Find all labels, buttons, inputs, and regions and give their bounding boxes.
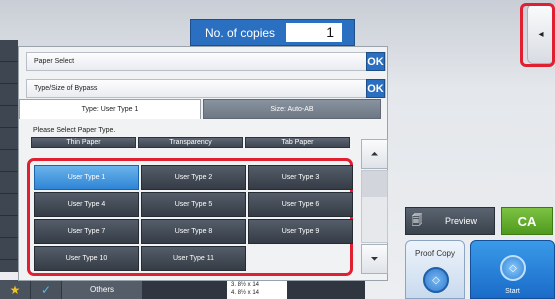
paper-select-ok-button[interactable]: OK	[366, 52, 385, 71]
tab-size[interactable]: Size: Auto-AB	[203, 99, 381, 119]
paper-select-row: Paper Select OK	[26, 52, 386, 71]
scroll-track[interactable]	[361, 170, 388, 243]
user-type-button[interactable]: User Type 1	[34, 165, 139, 190]
double-chevron-down-icon: ⏷	[370, 253, 379, 265]
proof-copy-label: Proof Copy	[414, 249, 456, 258]
tab-highlight-outline	[520, 3, 555, 67]
user-type-grid: User Type 1 User Type 2 User Type 3 User…	[34, 165, 353, 271]
copies-label: No. of copies	[205, 25, 276, 40]
paper-select-label: Paper Select	[34, 58, 75, 65]
type-button-tab-paper[interactable]: Tab Paper	[245, 137, 350, 148]
tray-line-3: 3. 8½ x 14	[231, 282, 260, 288]
check-button[interactable]: ✓	[31, 280, 61, 299]
paper-select-panel: Paper Select OK Type/Size of Bypass OK T…	[18, 46, 388, 281]
favorites-button[interactable]: ★	[0, 280, 30, 299]
others-button[interactable]: Others	[62, 280, 142, 299]
user-type-button[interactable]: User Type 11	[141, 246, 246, 271]
preview-button[interactable]: 🗐 Preview	[405, 207, 495, 235]
user-type-button[interactable]: User Type 6	[248, 192, 353, 217]
user-type-button[interactable]: User Type 7	[34, 219, 139, 244]
user-type-button[interactable]: User Type 8	[141, 219, 246, 244]
type-button-thin-paper[interactable]: Thin Paper	[31, 137, 136, 148]
select-type-prompt: Please Select Paper Type.	[33, 127, 116, 134]
copies-input[interactable]: 1	[286, 23, 342, 42]
type-button-transparency[interactable]: Transparency	[138, 137, 243, 148]
left-mode-strip	[0, 40, 18, 272]
scroll-down-button[interactable]: ⏷	[361, 244, 388, 274]
user-type-button[interactable]: User Type 5	[141, 192, 246, 217]
user-type-button[interactable]: User Type 10	[34, 246, 139, 271]
scroll-up-button[interactable]: ⏶	[361, 139, 388, 169]
check-icon: ✓	[40, 282, 52, 297]
user-type-button[interactable]: User Type 3	[248, 165, 353, 190]
standard-type-row: Thin Paper Transparency Tab Paper	[31, 137, 350, 148]
copies-bar: No. of copies 1	[190, 19, 355, 46]
type-scrollbar: ⏶ ⏷	[361, 139, 388, 279]
double-chevron-up-icon: ⏶	[370, 148, 379, 160]
proof-copy-button[interactable]: Proof Copy ◇	[405, 240, 465, 299]
clear-all-button[interactable]: CA	[501, 207, 553, 235]
diamond-icon: ◇	[500, 255, 526, 281]
star-icon: ★	[9, 282, 21, 297]
bypass-label: Type/Size of Bypass	[34, 85, 98, 92]
bypass-ok-button[interactable]: OK	[366, 79, 385, 98]
user-type-button[interactable]: User Type 9	[248, 219, 353, 244]
preview-label: Preview	[444, 216, 477, 226]
user-type-button[interactable]: User Type 2	[141, 165, 246, 190]
start-label: Start	[505, 288, 520, 295]
bypass-row: Type/Size of Bypass OK	[26, 79, 386, 98]
diamond-icon: ◇	[423, 267, 449, 293]
user-type-button[interactable]: User Type 4	[34, 192, 139, 217]
tab-type[interactable]: Type: User Type 1	[19, 99, 201, 119]
tray-line-4: 4. 8½ x 14	[231, 290, 260, 296]
bypass-tabs: Type: User Type 1 Size: Auto-AB	[19, 99, 389, 119]
copy-screen: No. of copies 1 ◂ 🗐 Preview CA Proof Cop…	[0, 0, 555, 299]
tray-info: 3. 8½ x 14 4. 8½ x 14	[227, 280, 287, 299]
preview-icon: 🗐	[411, 214, 423, 227]
scroll-thumb[interactable]	[362, 171, 387, 197]
user-type-highlight: User Type 1 User Type 2 User Type 3 User…	[27, 158, 353, 276]
start-button[interactable]: ◇ Start	[470, 240, 555, 299]
